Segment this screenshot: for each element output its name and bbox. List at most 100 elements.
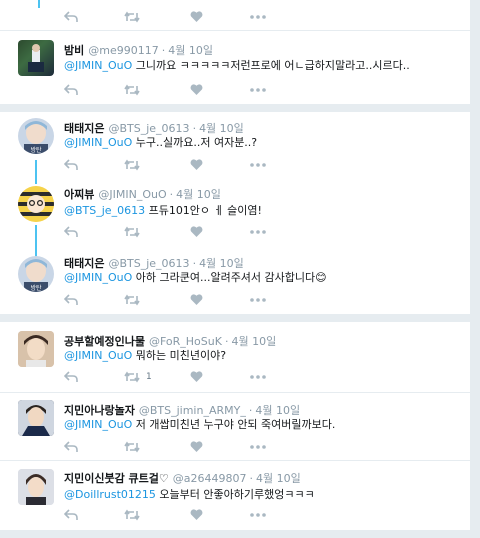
- retweet-icon: [124, 509, 140, 521]
- svg-text:방탄: 방탄: [30, 146, 42, 154]
- avatar[interactable]: [18, 331, 54, 367]
- conversation-gap: [0, 104, 470, 112]
- more-button[interactable]: [250, 158, 266, 172]
- avatar[interactable]: 방탄: [18, 118, 54, 154]
- avatar[interactable]: 방탄: [18, 256, 54, 292]
- more-icon: [250, 230, 266, 234]
- reply-icon: [64, 371, 78, 382]
- heart-icon: [190, 294, 203, 305]
- more-icon: [250, 513, 266, 517]
- retweet-icon: [124, 371, 140, 383]
- more-button[interactable]: [250, 370, 266, 384]
- more-icon: [250, 375, 266, 379]
- thread-line: [35, 160, 37, 184]
- divider: [0, 30, 470, 31]
- heart-icon: [190, 11, 203, 22]
- reply-button[interactable]: [64, 293, 78, 307]
- tweet-text: @JIMIN_OuO 뭐하는 미친년이야?: [64, 349, 227, 362]
- timestamp[interactable]: 4월 10일: [231, 335, 276, 348]
- mention-link[interactable]: @JIMIN_OuO: [64, 418, 132, 431]
- avatar[interactable]: [18, 40, 54, 76]
- tweet-actions: [64, 440, 324, 454]
- retweet-icon: [124, 11, 140, 23]
- mention-link[interactable]: @BTS_je_0613: [64, 204, 145, 217]
- like-button[interactable]: [190, 440, 203, 454]
- like-button[interactable]: [190, 508, 203, 522]
- reply-button[interactable]: [64, 370, 78, 384]
- more-button[interactable]: [250, 83, 266, 97]
- tweet-actions: [64, 83, 324, 97]
- more-button[interactable]: [250, 10, 266, 24]
- like-button[interactable]: [190, 370, 203, 384]
- user-handle[interactable]: @JIMIN_OuO: [98, 188, 166, 201]
- heart-icon: [190, 84, 203, 95]
- divider: [0, 392, 470, 393]
- retweet-button[interactable]: [124, 158, 140, 172]
- retweet-button[interactable]: [124, 225, 140, 239]
- reply-icon: [64, 509, 78, 520]
- like-button[interactable]: [190, 83, 203, 97]
- like-button[interactable]: [190, 10, 203, 24]
- tweet-actions: [64, 10, 324, 24]
- reply-icon: [64, 159, 78, 170]
- reply-button[interactable]: [64, 440, 78, 454]
- tweet-actions: [64, 225, 324, 239]
- more-icon: [250, 15, 266, 19]
- retweet-button[interactable]: 1: [124, 370, 152, 384]
- timestamp[interactable]: 4월 10일: [176, 188, 221, 201]
- retweet-button[interactable]: [124, 10, 140, 24]
- reply-icon: [64, 226, 78, 237]
- tweet-actions: [64, 293, 324, 307]
- reply-icon: [64, 84, 78, 95]
- retweet-button[interactable]: [124, 293, 140, 307]
- more-button[interactable]: [250, 508, 266, 522]
- reply-button[interactable]: [64, 158, 78, 172]
- timestamp[interactable]: 4월 10일: [168, 44, 213, 57]
- conversation-gap: [0, 530, 470, 538]
- display-name[interactable]: 지민이신붓감 큐트걸♡: [64, 472, 169, 485]
- heart-icon: [190, 159, 203, 170]
- user-handle[interactable]: @me990117: [88, 44, 158, 57]
- more-button[interactable]: [250, 225, 266, 239]
- avatar[interactable]: [18, 186, 54, 222]
- like-button[interactable]: [190, 158, 203, 172]
- reply-button[interactable]: [64, 508, 78, 522]
- timestamp[interactable]: 4월 10일: [256, 472, 301, 485]
- more-button[interactable]: [250, 440, 266, 454]
- retweet-icon: [124, 294, 140, 306]
- mention-link[interactable]: @JIMIN_OuO: [64, 271, 132, 284]
- more-icon: [250, 88, 266, 92]
- display-name[interactable]: 밤비: [64, 44, 84, 57]
- tweet-text: @JIMIN_OuO 저 개쌉미친년 누구야 안되 죽여버릴까보다.: [64, 418, 336, 431]
- user-handle[interactable]: @a26449807: [173, 472, 247, 485]
- more-icon: [250, 298, 266, 302]
- tweet-actions: [64, 508, 324, 522]
- thread-line: [35, 225, 37, 257]
- svg-text:방탄: 방탄: [30, 284, 42, 292]
- tweet-header: 지민이신붓감 큐트걸♡ @a26449807 · 4월 10일: [64, 472, 301, 485]
- avatar[interactable]: [18, 400, 54, 436]
- retweet-icon: [124, 226, 140, 238]
- like-button[interactable]: [190, 293, 203, 307]
- mention-link[interactable]: @JIMIN_OuO: [64, 349, 132, 362]
- tweet-actions: 1: [64, 370, 324, 384]
- mention-link[interactable]: @Doillrust01215: [64, 488, 156, 501]
- avatar[interactable]: [18, 469, 54, 505]
- retweet-button[interactable]: [124, 508, 140, 522]
- heart-icon: [190, 441, 203, 452]
- retweet-button[interactable]: [124, 440, 140, 454]
- more-button[interactable]: [250, 293, 266, 307]
- reply-button[interactable]: [64, 83, 78, 97]
- mention-link[interactable]: @JIMIN_OuO: [64, 59, 132, 72]
- timeline: 밤비 @me990117 · 4월 10일 @JIMIN_OuO 그니까요 ㅋㅋㅋㅋㅋ…: [0, 0, 470, 538]
- reply-icon: [64, 294, 78, 305]
- thread-line: [38, 0, 40, 8]
- reply-button[interactable]: [64, 10, 78, 24]
- retweet-button[interactable]: [124, 83, 140, 97]
- mention-link[interactable]: @JIMIN_OuO: [64, 136, 132, 149]
- display-name[interactable]: 아찌뷰: [64, 188, 94, 201]
- like-button[interactable]: [190, 225, 203, 239]
- retweet-icon: [124, 159, 140, 171]
- reply-button[interactable]: [64, 225, 78, 239]
- tweet-text: @BTS_je_0613 프듀101안ㅇ ㅔ 슬이염!: [64, 204, 262, 217]
